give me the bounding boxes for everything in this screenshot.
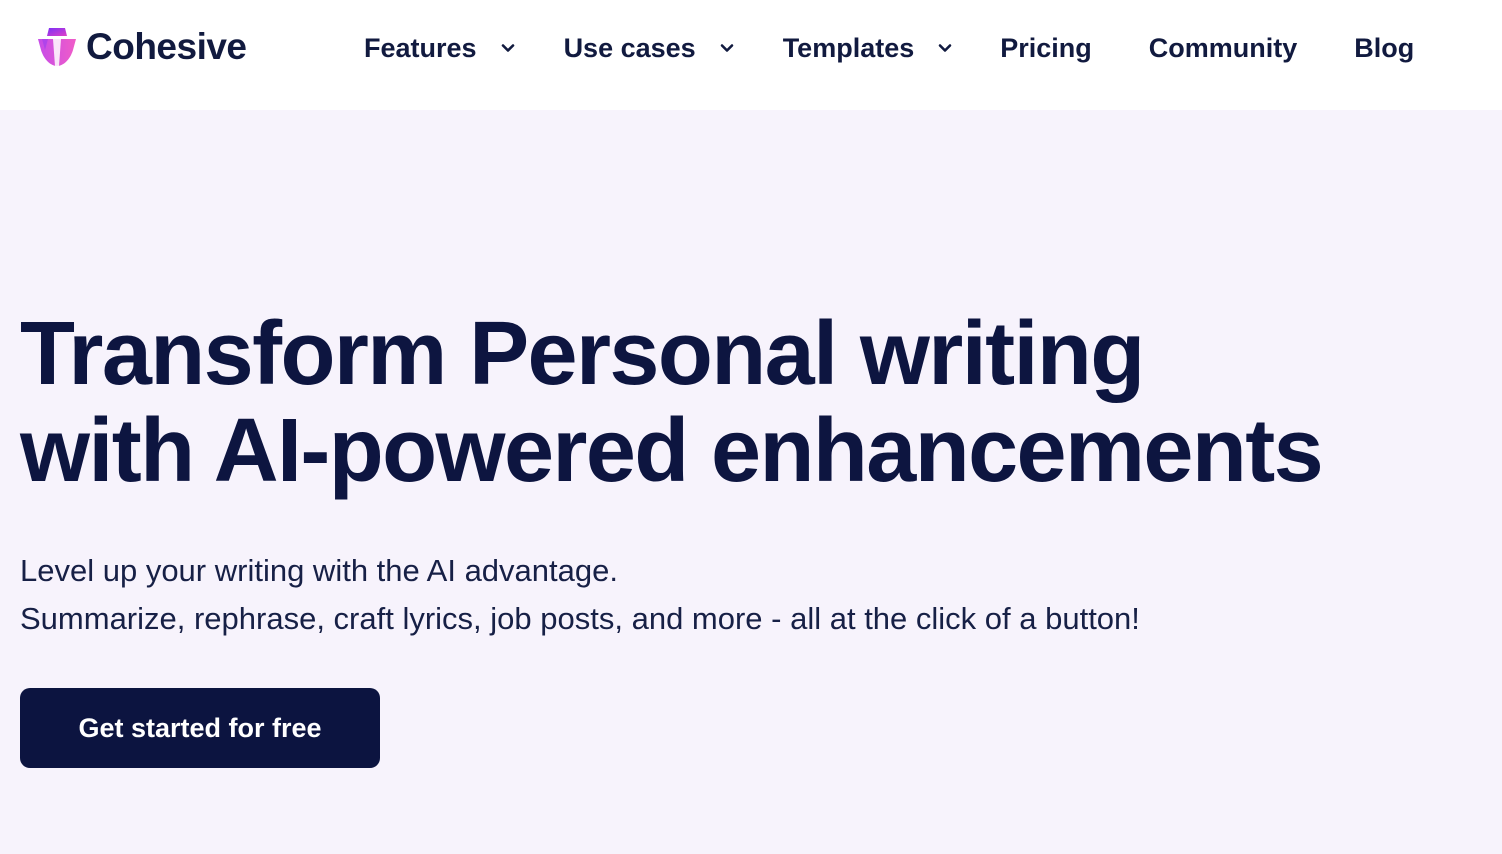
nav-community[interactable]: Community xyxy=(1149,33,1298,64)
nav-pricing-label: Pricing xyxy=(1000,32,1092,63)
chevron-down-icon xyxy=(720,44,733,52)
nav-community-label: Community xyxy=(1148,32,1298,63)
nav-templates[interactable]: Templates xyxy=(783,33,953,64)
hero-subtitle-line-1: Level up your writing with the AI advant… xyxy=(20,553,618,588)
get-started-button[interactable]: Get started for free xyxy=(20,688,380,768)
chevron-down-icon xyxy=(501,44,514,52)
nav-pricing[interactable]: Pricing xyxy=(1000,33,1092,64)
brand-logo-link[interactable]: Cohesive xyxy=(36,26,247,68)
nav-features[interactable]: Features xyxy=(364,33,515,64)
top-navbar: Cohesive Features Use cases Templates Pr… xyxy=(0,0,1502,110)
nav-use-cases[interactable]: Use cases xyxy=(564,33,734,64)
chevron-down-icon xyxy=(938,44,952,52)
hero-subtitle: Level up your writing with the AI advant… xyxy=(20,547,1140,643)
brand-name: Cohesive xyxy=(86,26,247,67)
nav-blog-label: Blog xyxy=(1354,32,1415,63)
nav-templates-label: Templates xyxy=(782,32,915,63)
nav-blog[interactable]: Blog xyxy=(1354,33,1414,64)
page: Cohesive Features Use cases Templates Pr… xyxy=(0,0,1502,854)
hero-title: Transform Personal writing with AI-power… xyxy=(20,304,1324,501)
hero-title-line-1: Transform Personal writing xyxy=(20,304,1145,404)
nav-use-cases-label: Use cases xyxy=(563,32,696,63)
hero-subtitle-line-2: Summarize, rephrase, craft lyrics, job p… xyxy=(20,601,1140,636)
cohesive-logo-icon xyxy=(38,28,76,66)
hero-title-line-2: with AI-powered enhancements xyxy=(20,401,1324,501)
main-nav: Features Use cases Templates Pricing Com… xyxy=(364,0,1414,96)
nav-features-label: Features xyxy=(364,32,477,63)
